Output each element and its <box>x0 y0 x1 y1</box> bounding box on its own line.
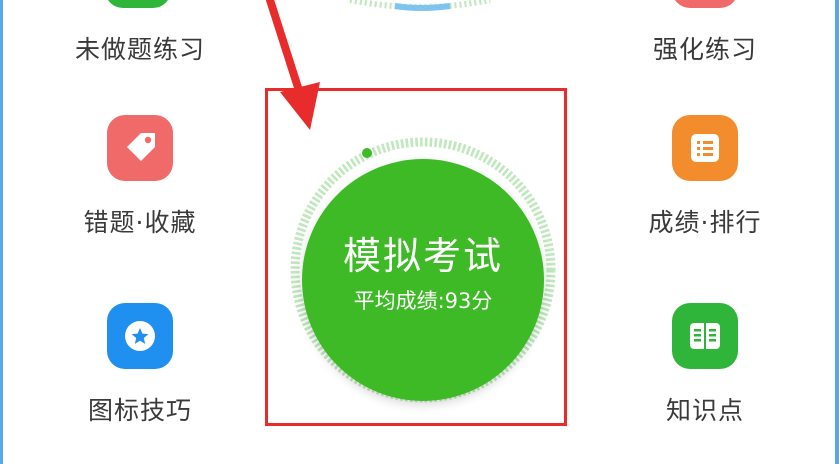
unanswered-practice-icon <box>105 0 171 8</box>
star-icon <box>107 303 173 369</box>
wrong-collect-label: 错题·收藏 <box>83 208 197 237</box>
grades-ranking-label: 成绩·排行 <box>648 208 762 237</box>
average-score-text: 平均成绩:93分 <box>353 289 493 313</box>
intensive-practice-icon <box>672 0 738 8</box>
book-icon <box>672 303 738 369</box>
mock-exam-title: 模拟考试 <box>342 234 503 278</box>
annotation-arrow <box>266 0 320 130</box>
frame-border-left <box>0 0 3 464</box>
mock-exam-button[interactable]: 模拟考试 平均成绩:93分 <box>302 159 544 401</box>
frame-border-right <box>835 0 839 464</box>
unanswered-practice-label: 未做题练习 <box>74 35 205 64</box>
intensive-practice-label: 强化练习 <box>652 35 757 64</box>
tag-icon <box>107 115 173 181</box>
list-icon <box>672 115 738 181</box>
knowledge-points-label: 知识点 <box>665 396 744 425</box>
top-progress-arc <box>349 0 491 11</box>
icon-tips-label: 图标技巧 <box>87 396 192 425</box>
